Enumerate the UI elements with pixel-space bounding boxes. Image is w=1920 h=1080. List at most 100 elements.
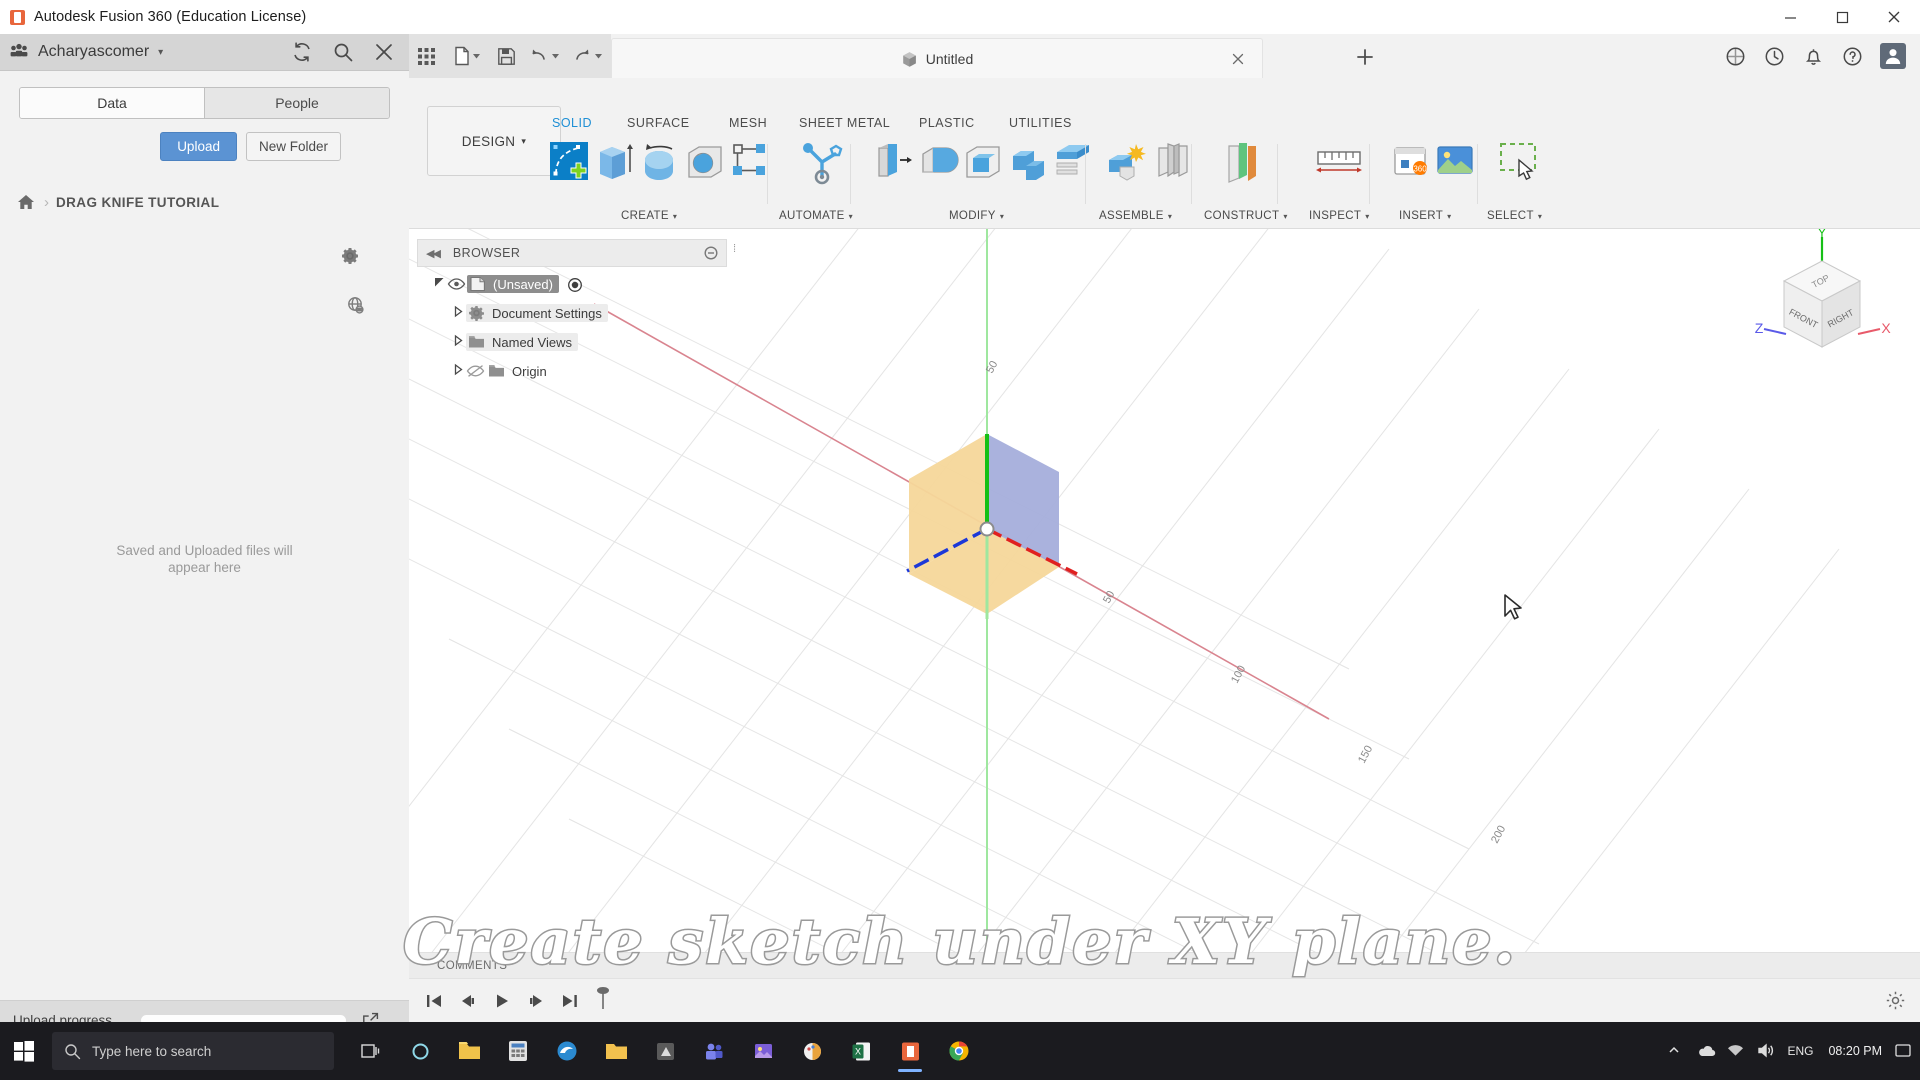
expander-right-icon[interactable]: [450, 334, 466, 350]
folder-icon[interactable]: [593, 1027, 639, 1075]
redo-icon[interactable]: [568, 34, 611, 78]
offset-plane-tool[interactable]: [1221, 140, 1263, 188]
browser-node-unsaved[interactable]: (Unsaved): [467, 275, 559, 293]
teams-icon[interactable]: [691, 1027, 737, 1075]
tab-solid[interactable]: SOLID: [552, 116, 592, 130]
expander-right-icon[interactable]: [450, 305, 466, 321]
tab-surface[interactable]: SURFACE: [627, 116, 690, 130]
calculator-icon[interactable]: [495, 1027, 541, 1075]
chrome-icon[interactable]: [936, 1027, 982, 1075]
minus-circle-icon[interactable]: [704, 246, 718, 260]
group-automate[interactable]: AUTOMATE ▾: [779, 210, 853, 222]
tab-utilities[interactable]: UTILITIES: [1009, 116, 1072, 130]
insert-mcmaster-tool[interactable]: 360: [1389, 140, 1431, 188]
group-create[interactable]: CREATE ▾: [621, 210, 677, 222]
go-to-beginning-icon[interactable]: [421, 988, 447, 1014]
user-avatar[interactable]: [1880, 43, 1906, 69]
shell-tool[interactable]: [961, 140, 1003, 188]
press-pull-tool[interactable]: [871, 140, 913, 188]
taskbar-language[interactable]: ENG: [1787, 1044, 1813, 1058]
globe-icon[interactable]: [346, 295, 367, 316]
group-modify[interactable]: MODIFY ▾: [949, 210, 1004, 222]
tab-plastic[interactable]: PLASTIC: [919, 116, 975, 130]
task-view-icon[interactable]: [348, 1027, 394, 1075]
maximize-icon[interactable]: [1816, 0, 1868, 34]
timeline-settings-icon[interactable]: [1885, 990, 1906, 1011]
gear-icon[interactable]: [339, 245, 361, 267]
automate-frame-tool[interactable]: [797, 140, 847, 188]
create-sketch-tool[interactable]: [547, 140, 589, 188]
browser-resize-grip[interactable]: ⁞: [733, 243, 736, 255]
expander-right-icon[interactable]: [450, 363, 466, 379]
revolve-tool[interactable]: [638, 140, 680, 188]
view-cube[interactable]: Y Z X TOP FRONT RIGHT: [1752, 229, 1892, 379]
group-select[interactable]: SELECT ▾: [1487, 210, 1542, 222]
help-circle-icon[interactable]: [1724, 45, 1747, 68]
add-tab-icon[interactable]: [1354, 46, 1376, 68]
collapse-left-icon[interactable]: ◀◀: [426, 247, 441, 260]
chevron-down-icon[interactable]: ▾: [158, 47, 163, 58]
select-window-tool[interactable]: [1497, 140, 1539, 188]
windows-start-icon[interactable]: [0, 1022, 48, 1080]
file-explorer-icon[interactable]: [446, 1027, 492, 1075]
new-file-icon[interactable]: [445, 34, 488, 78]
question-help-icon[interactable]: [1841, 45, 1864, 68]
extrude-tool[interactable]: [593, 140, 635, 188]
insert-canvas-tool[interactable]: [1433, 140, 1475, 188]
new-component-tool[interactable]: [1103, 140, 1146, 188]
comments-bar[interactable]: COMMENTS: [409, 952, 1920, 979]
tab-sheet-metal[interactable]: SHEET METAL: [799, 116, 890, 130]
notifications-bell-icon[interactable]: [1802, 45, 1825, 68]
joint-tool[interactable]: [1151, 140, 1193, 188]
upload-button[interactable]: Upload: [160, 132, 237, 161]
step-back-icon[interactable]: [455, 988, 481, 1014]
group-assemble[interactable]: ASSEMBLE ▾: [1099, 210, 1172, 222]
document-tab[interactable]: Untitled: [611, 38, 1263, 79]
fusion360-icon[interactable]: [887, 1027, 933, 1075]
offset-face-tool[interactable]: [1051, 140, 1093, 188]
edge-browser-icon[interactable]: [544, 1027, 590, 1075]
job-status-icon[interactable]: [1763, 45, 1786, 68]
app-grid-icon[interactable]: [409, 34, 445, 78]
browser-node-origin[interactable]: Origin: [486, 362, 553, 380]
expander-down-icon[interactable]: [431, 276, 447, 292]
tab-mesh[interactable]: MESH: [729, 116, 767, 130]
breadcrumb-path[interactable]: DRAG KNIFE TUTORIAL: [56, 195, 219, 210]
step-forward-icon[interactable]: [523, 988, 549, 1014]
group-insert[interactable]: INSERT ▾: [1399, 210, 1451, 222]
cortana-icon[interactable]: [397, 1027, 443, 1075]
tab-people[interactable]: People: [204, 88, 389, 118]
close-panel-icon[interactable]: [373, 41, 395, 63]
onedrive-icon[interactable]: [1697, 1043, 1716, 1060]
browser-node-named-views[interactable]: Named Views: [466, 333, 578, 351]
group-inspect[interactable]: INSPECT ▾: [1309, 210, 1370, 222]
excel-icon[interactable]: X: [838, 1027, 884, 1075]
save-icon[interactable]: [488, 34, 524, 78]
refresh-icon[interactable]: [291, 41, 313, 63]
home-icon[interactable]: [16, 192, 36, 212]
fillet-tool[interactable]: [916, 140, 959, 188]
paint-icon[interactable]: [789, 1027, 835, 1075]
visibility-eye-icon[interactable]: [447, 277, 467, 292]
undo-icon[interactable]: [524, 34, 567, 78]
group-construct[interactable]: CONSTRUCT ▾: [1204, 210, 1288, 222]
store-icon[interactable]: [642, 1027, 688, 1075]
search-icon[interactable]: [332, 41, 354, 63]
show-hidden-icons-icon[interactable]: [1667, 1043, 1684, 1060]
taskbar-search[interactable]: Type here to search: [52, 1032, 334, 1070]
play-icon[interactable]: [489, 988, 515, 1014]
minimize-icon[interactable]: [1764, 0, 1816, 34]
notification-center-icon[interactable]: [1895, 1043, 1912, 1060]
new-folder-button[interactable]: New Folder: [245, 132, 341, 161]
network-icon[interactable]: [1727, 1043, 1744, 1060]
browser-node-document-settings[interactable]: Document Settings: [466, 304, 608, 322]
volume-icon[interactable]: [1757, 1042, 1774, 1060]
timeline-pin-icon[interactable]: [595, 985, 611, 1016]
combine-tool[interactable]: [1006, 140, 1048, 188]
tab-data[interactable]: Data: [20, 88, 204, 118]
go-to-end-icon[interactable]: [557, 988, 583, 1014]
rib-tool[interactable]: [728, 140, 770, 188]
close-tab-icon[interactable]: [1231, 52, 1245, 66]
taskbar-clock[interactable]: 08:20 PM: [1828, 1044, 1882, 1059]
hole-tool[interactable]: [683, 140, 725, 188]
